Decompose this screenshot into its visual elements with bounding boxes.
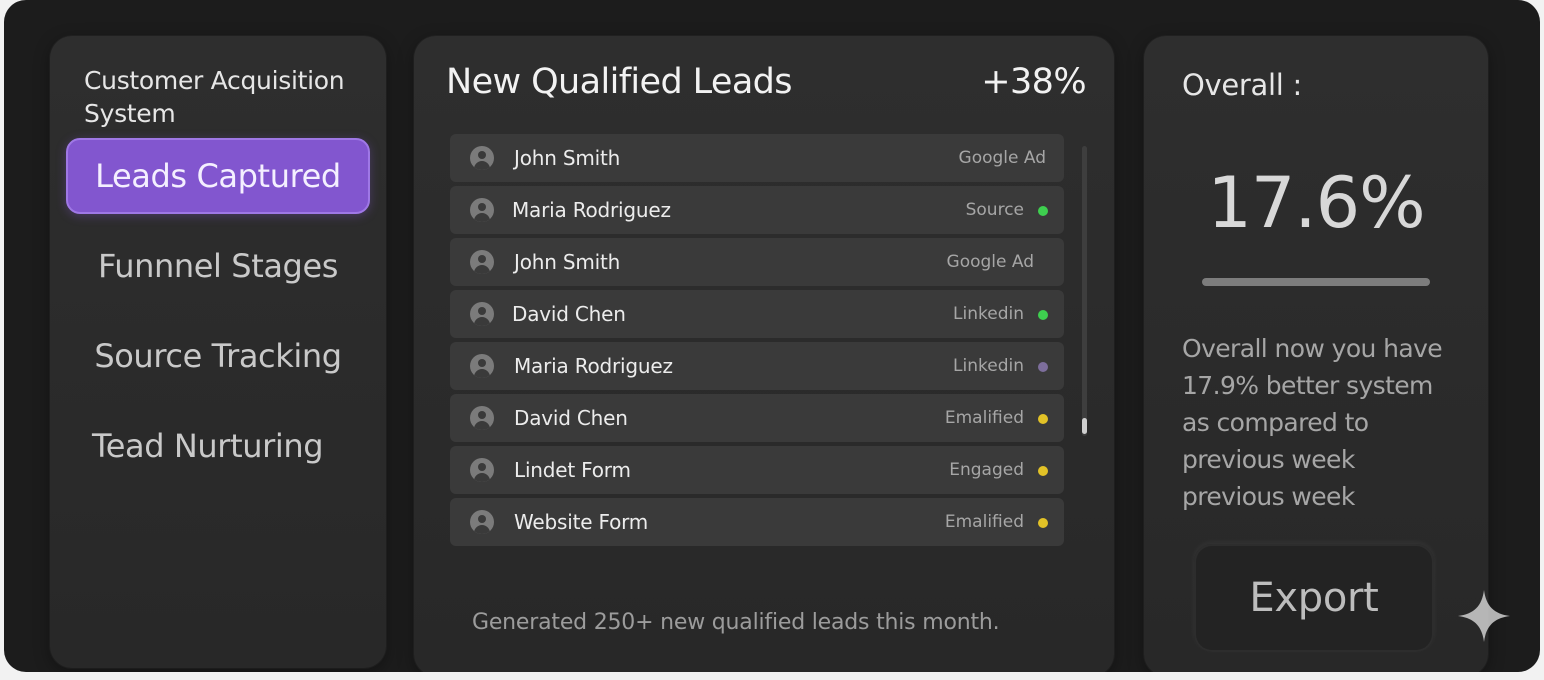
lead-source: Emalified [944, 408, 1024, 428]
overall-description: Overall now you have 17.9% better system… [1182, 334, 1443, 511]
user-avatar-icon [470, 406, 494, 430]
lead-source: Google Ad [958, 148, 1046, 168]
user-avatar-icon [470, 250, 494, 274]
status-dot [1038, 414, 1048, 424]
status-dot [1038, 310, 1048, 320]
sidebar-item-source-tracking[interactable]: Source Tracking [66, 318, 370, 394]
sidebar-item-leads-captured[interactable]: Leads Captured [66, 138, 370, 214]
lead-list-scrollbar[interactable] [1082, 146, 1087, 436]
lead-source: Emalified [944, 512, 1024, 532]
lead-name: John Smith [514, 146, 621, 170]
sidebar-item-lead-nurturing[interactable]: Tead Nurturing [66, 408, 370, 484]
overall-divider-bar [1202, 278, 1430, 286]
leads-title: New Qualified Leads [446, 62, 793, 102]
app-window: Customer Acquisition System Leads Captur… [4, 0, 1540, 672]
export-button[interactable]: Export [1194, 544, 1434, 652]
lead-source: Linkedin [953, 356, 1024, 376]
user-avatar-icon [470, 146, 494, 170]
lead-row[interactable]: John Smith Google Ad [450, 238, 1064, 286]
lead-source: Engaged [949, 460, 1024, 480]
status-dot [1038, 466, 1048, 476]
status-dot [1038, 206, 1048, 216]
status-dot [1038, 362, 1048, 372]
status-dot [1038, 518, 1048, 528]
lead-source: Google Ad [946, 252, 1034, 272]
user-avatar-icon [470, 354, 494, 378]
lead-name: Website Form [514, 510, 649, 534]
lead-row[interactable]: David Chen Linkedin [450, 290, 1064, 338]
overall-panel: Overall : 17.6% Overall now you have 17.… [1144, 36, 1488, 672]
overall-value: 17.6% [1207, 162, 1425, 244]
lead-name: David Chen [512, 302, 626, 326]
lead-name: David Chen [514, 406, 628, 430]
sparkle-icon [1458, 590, 1510, 642]
overall-label: Overall : [1182, 68, 1302, 102]
leads-summary-text: Generated 250+ new qualified leads this … [472, 610, 1000, 635]
user-avatar-icon [470, 302, 494, 326]
lead-row[interactable]: Lindet Form Engaged [450, 446, 1064, 494]
leads-change-badge: +38% [981, 62, 1086, 102]
sidebar-item-funnel-stages[interactable]: Funnnel Stages [66, 228, 370, 304]
lead-list-scrollbar-thumb[interactable] [1082, 418, 1087, 434]
app-title: Customer Acquisition System [84, 66, 345, 128]
lead-row[interactable]: John Smith Google Ad [450, 134, 1064, 182]
lead-row[interactable]: Maria Rodriguez Linkedin [450, 342, 1064, 390]
lead-source: Source [965, 200, 1024, 220]
user-avatar-icon [470, 510, 494, 534]
lead-source: Linkedin [953, 304, 1024, 324]
lead-row[interactable]: Maria Rodriguez Source [450, 186, 1064, 234]
lead-row[interactable]: Website Form Emalified [450, 498, 1064, 546]
lead-name: John Smith [514, 250, 621, 274]
user-avatar-icon [470, 198, 494, 222]
leads-panel: New Qualified Leads +38% John Smith Goog… [414, 36, 1114, 672]
sidebar: Customer Acquisition System Leads Captur… [50, 36, 386, 668]
lead-name: Maria Rodriguez [514, 354, 673, 378]
user-avatar-icon [470, 458, 494, 482]
lead-name: Maria Rodriguez [512, 198, 671, 222]
lead-row[interactable]: David Chen Emalified [450, 394, 1064, 442]
lead-name: Lindet Form [514, 458, 631, 482]
